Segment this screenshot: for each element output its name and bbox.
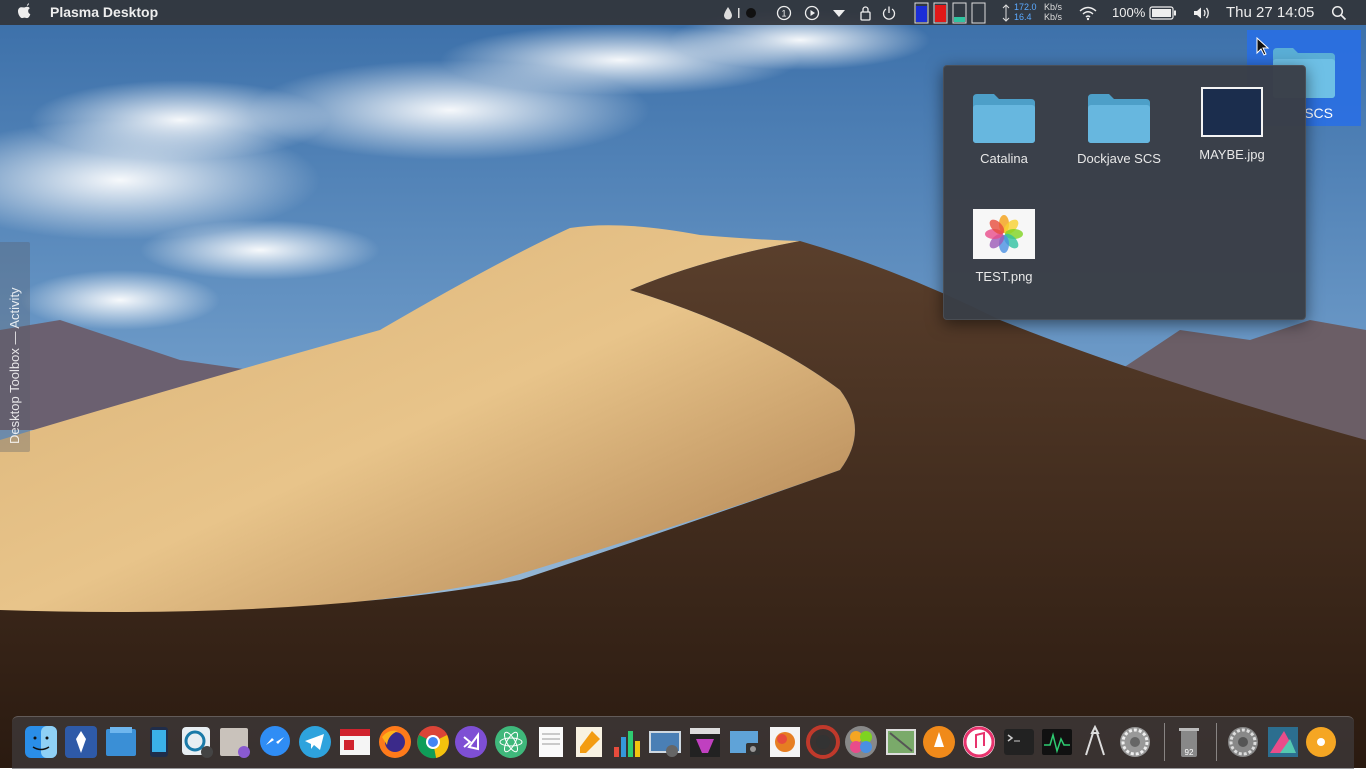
news-reader-icon[interactable] <box>338 725 372 759</box>
record-icon[interactable] <box>745 0 757 25</box>
folder-view-popup: Catalina Dockjave SCS MAYBE.jpg TEST.png <box>943 65 1306 320</box>
terminal-icon[interactable] <box>1002 725 1036 759</box>
notification-one-icon[interactable]: 1 <box>776 0 792 25</box>
folder-icon <box>1088 94 1150 143</box>
chrome-icon[interactable] <box>416 725 450 759</box>
photos-icon[interactable] <box>844 725 878 759</box>
menu-bar: Plasma Desktop 1 172.0 Kb/s 16.4 Kb/s 10… <box>0 0 1366 25</box>
image-viewer-icon[interactable] <box>648 725 682 759</box>
popup-item-dockjave-scs[interactable]: Dockjave SCS <box>1064 92 1174 166</box>
power-icon[interactable] <box>881 0 897 25</box>
dock-separator <box>1164 723 1165 761</box>
volume-icon[interactable] <box>1192 0 1212 25</box>
popup-item-label: MAYBE.jpg <box>1199 147 1265 162</box>
popup-item-maybe-jpg[interactable]: MAYBE.jpg <box>1177 86 1287 162</box>
mouse-cursor-icon <box>1256 37 1270 56</box>
messenger-icon[interactable] <box>258 725 292 759</box>
preview-icon[interactable] <box>884 725 918 759</box>
kdeconnect-icon[interactable] <box>142 725 176 759</box>
finder-icon[interactable] <box>24 725 58 759</box>
network-upload: 172.0 <box>1014 2 1037 12</box>
network-download: 16.4 <box>1014 12 1032 22</box>
image-thumbnail-icon <box>1201 87 1263 137</box>
dock: 92 <box>12 716 1354 769</box>
trash-badge: 92 <box>1185 748 1194 757</box>
memory-monitor-icon[interactable] <box>933 0 949 25</box>
swap-monitor-icon[interactable] <box>952 0 968 25</box>
atom-icon[interactable] <box>494 725 528 759</box>
itunes-icon[interactable] <box>962 725 996 759</box>
svg-text:1: 1 <box>781 8 786 18</box>
numbers-icon[interactable] <box>610 725 644 759</box>
sound-settings-icon[interactable] <box>180 725 214 759</box>
battery-icon[interactable] <box>1149 0 1177 25</box>
pixel-editor-icon[interactable] <box>768 725 802 759</box>
search-icon[interactable] <box>1331 0 1347 25</box>
activity-monitor-icon[interactable] <box>1040 725 1074 759</box>
folder-icon <box>973 94 1035 143</box>
divider-icon <box>736 0 742 25</box>
battery-percent[interactable]: 100% <box>1112 5 1145 20</box>
text-editor-icon[interactable] <box>534 725 568 759</box>
cpu-monitor-icon[interactable] <box>914 0 930 25</box>
firefox-icon[interactable] <box>378 725 412 759</box>
clock[interactable]: Thu 27 14:05 <box>1226 4 1314 21</box>
chevron-down-icon[interactable] <box>832 0 846 25</box>
utilities-icon[interactable] <box>1078 725 1112 759</box>
image-capture-icon[interactable] <box>728 725 762 759</box>
final-cut-icon[interactable] <box>688 725 722 759</box>
cd-player-icon[interactable] <box>1304 725 1338 759</box>
preview-tool-icon[interactable] <box>218 725 252 759</box>
settings-icon[interactable] <box>1226 725 1260 759</box>
apple-icon[interactable] <box>16 3 32 21</box>
popup-item-label: Dockjave SCS <box>1077 151 1161 166</box>
trash-icon[interactable]: 92 <box>1172 725 1206 759</box>
network-speed: 172.0 Kb/s 16.4 Kb/s <box>1014 2 1062 22</box>
desktop-toolbox-tab[interactable]: Desktop Toolbox — Activity <box>0 242 30 452</box>
network-arrows-icon[interactable] <box>1000 0 1012 25</box>
lock-icon[interactable] <box>859 0 872 25</box>
photo-capture-icon[interactable] <box>806 725 840 759</box>
telegram-icon[interactable] <box>298 725 332 759</box>
vlc-icon[interactable] <box>922 725 956 759</box>
popup-item-test-png[interactable]: TEST.png <box>949 208 1059 284</box>
media-play-icon[interactable] <box>804 0 820 25</box>
plasma-discover-icon[interactable] <box>64 725 98 759</box>
popup-item-label: TEST.png <box>975 269 1033 284</box>
network-download-unit: Kb/s <box>1044 12 1063 22</box>
photos-thumbnail-icon <box>973 209 1035 259</box>
desktop-toolbox-label: Desktop Toolbox — Activity <box>7 287 22 444</box>
kde-store-icon[interactable] <box>1266 725 1300 759</box>
pages-icon[interactable] <box>572 725 606 759</box>
wifi-icon[interactable] <box>1078 0 1098 25</box>
app-title[interactable]: Plasma Desktop <box>50 4 158 20</box>
network-upload-unit: Kb/s <box>1044 2 1063 12</box>
popup-item-label: Catalina <box>980 151 1028 166</box>
droplet-icon[interactable] <box>722 0 734 25</box>
visual-studio-icon[interactable] <box>454 725 488 759</box>
disk-monitor-icon[interactable] <box>971 0 987 25</box>
dock-separator <box>1216 723 1217 761</box>
desktop-folder-label: SCS <box>1304 105 1333 121</box>
system-preferences-icon[interactable] <box>1118 725 1152 759</box>
file-manager-icon[interactable] <box>104 725 138 759</box>
popup-item-catalina[interactable]: Catalina <box>949 92 1059 166</box>
